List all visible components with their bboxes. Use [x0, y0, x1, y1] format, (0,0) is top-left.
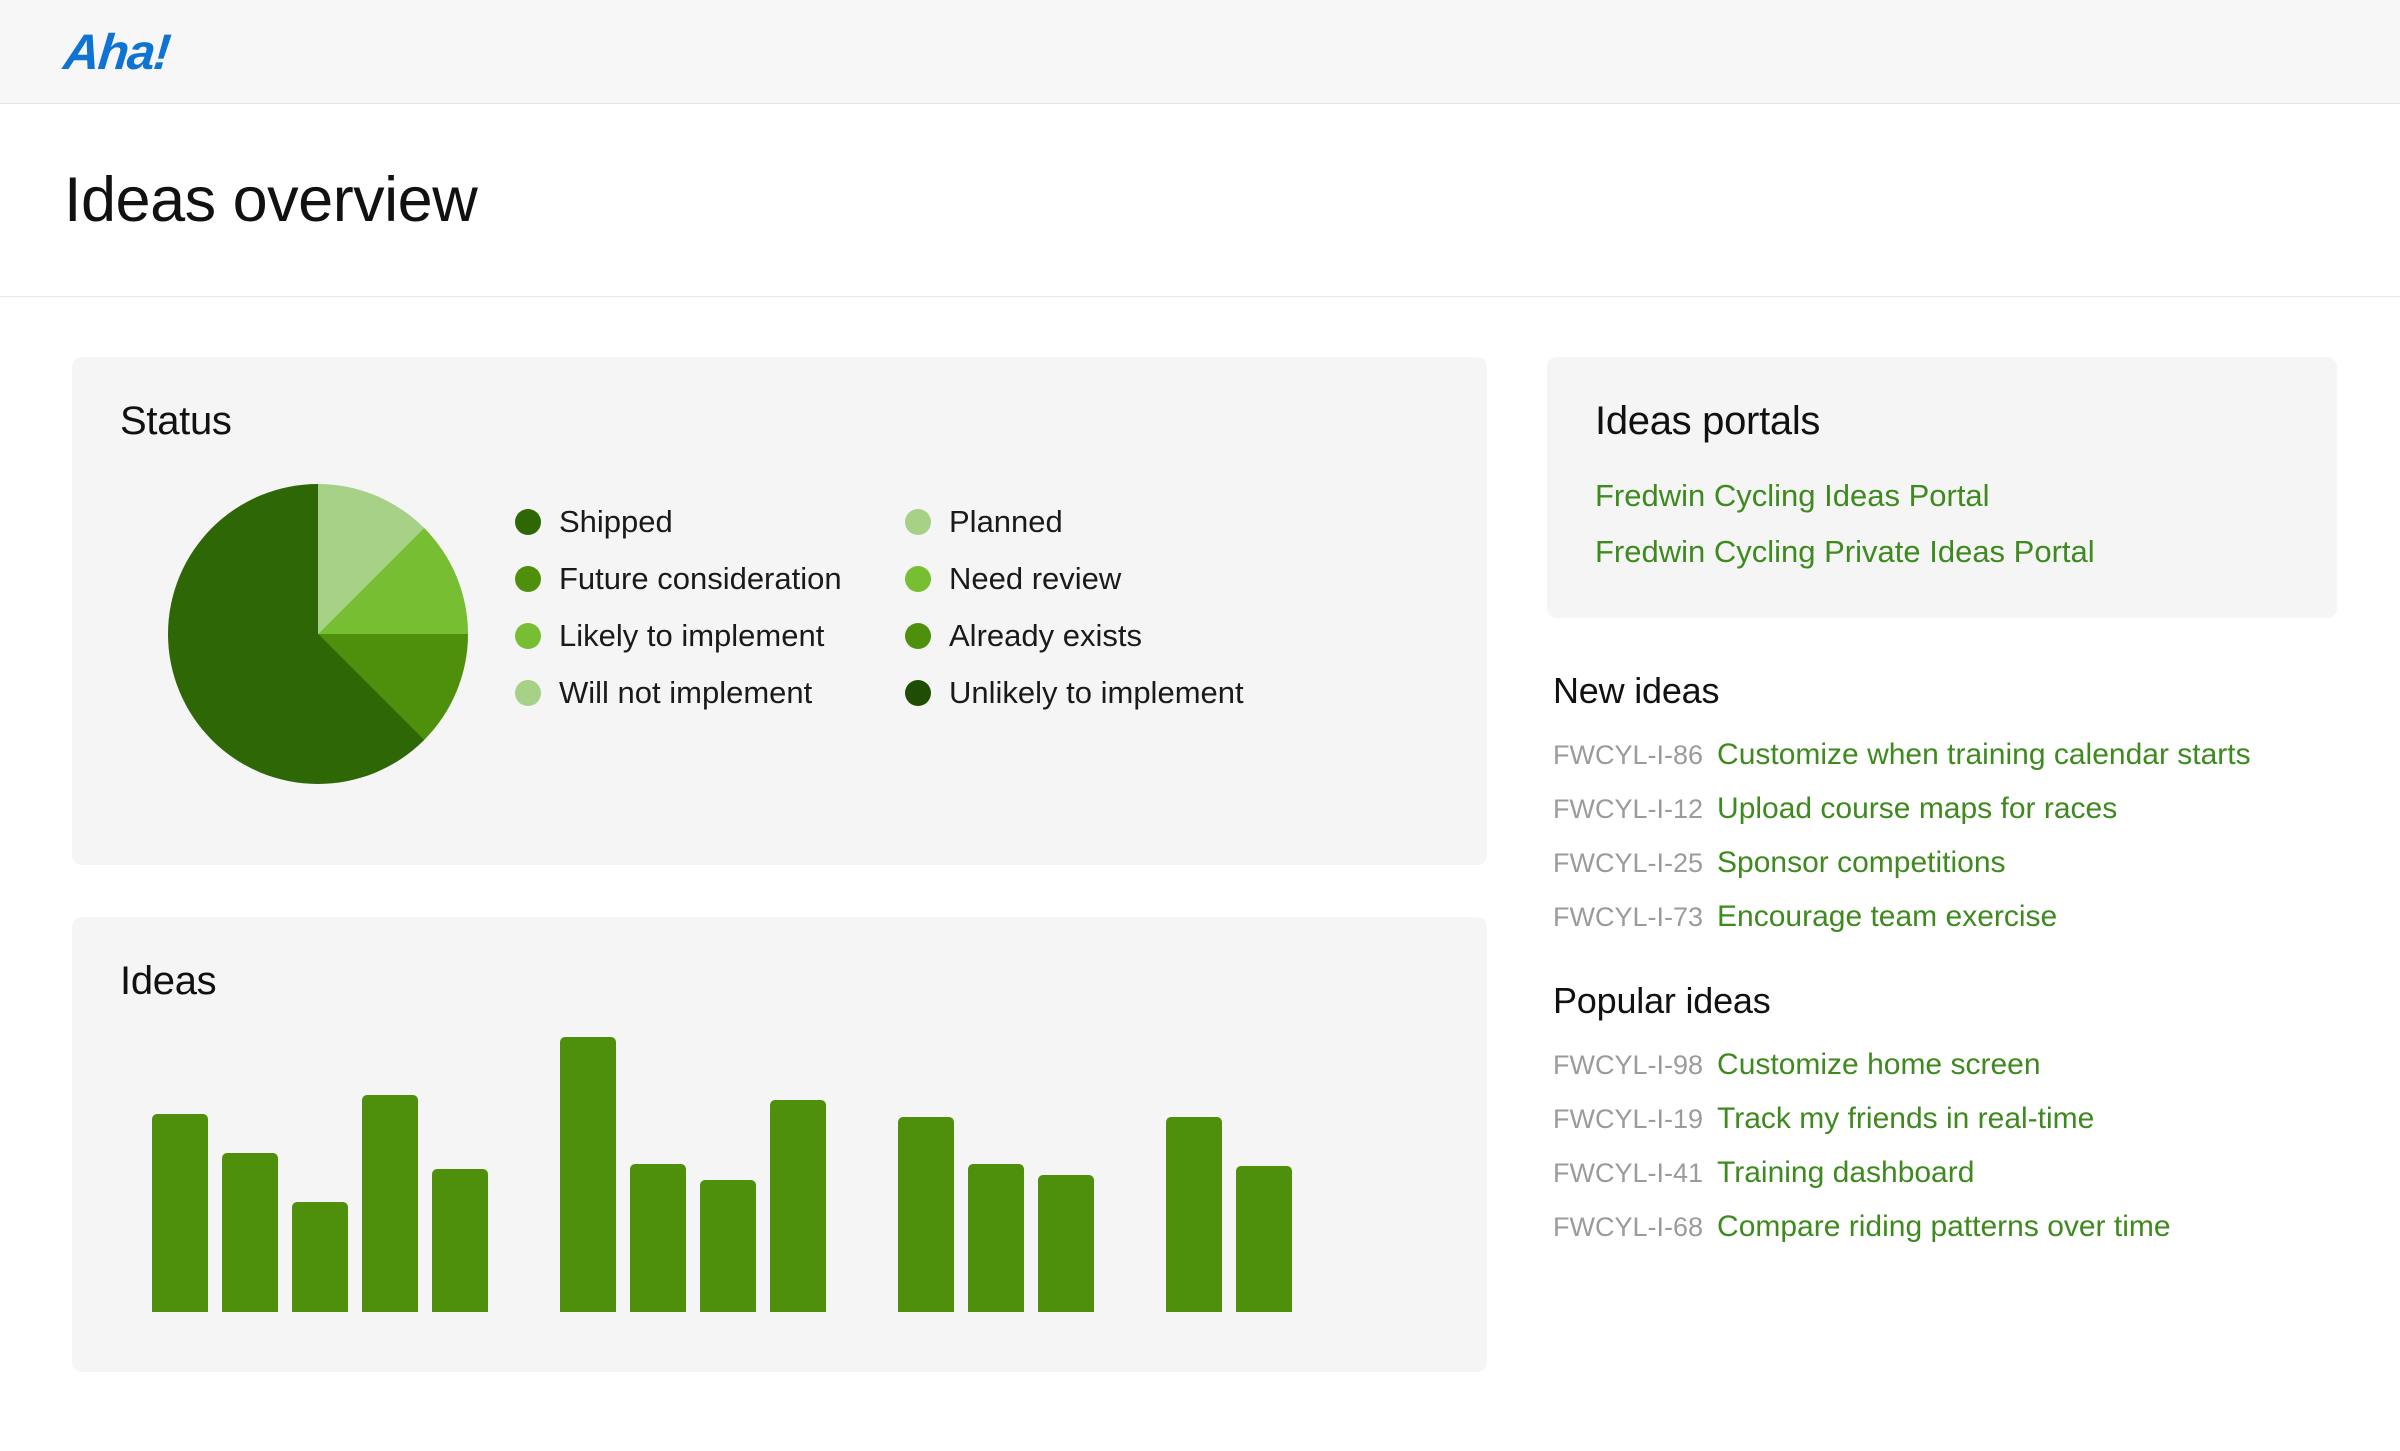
- bar-group: [560, 1037, 826, 1312]
- idea-row: FWCYL-I-68 Compare riding patterns over t…: [1553, 1210, 2325, 1244]
- bar[interactable]: [222, 1152, 278, 1312]
- bar-group: [1166, 1037, 1292, 1312]
- idea-link[interactable]: Compare riding patterns over time: [1717, 1210, 2171, 1244]
- bar[interactable]: [630, 1163, 686, 1312]
- popular-ideas-list: FWCYL-I-98 Customize home screen FWCYL-I-1…: [1553, 1048, 2325, 1244]
- top-brand-bar: Aha!: [0, 0, 2400, 104]
- idea-reference: FWCYL-I-25: [1553, 848, 1704, 878]
- idea-row: FWCYL-I-73 Encourage team exercise: [1553, 900, 2325, 934]
- idea-link[interactable]: Track my friends in real-time: [1717, 1102, 2094, 1136]
- idea-reference: FWCYL-I-73: [1553, 902, 1704, 932]
- new-ideas-title: New ideas: [1553, 670, 1720, 711]
- legend-item-label: Likely to implement: [559, 618, 825, 653]
- new-ideas-section: New ideas FWCYL-I-86 Customize when train…: [1547, 670, 2337, 934]
- legend-item[interactable]: Planned: [905, 504, 1439, 540]
- legend-item-label: Unlikely to implement: [949, 675, 1244, 710]
- ideas-portals-title: Ideas portals: [1595, 399, 1821, 443]
- legend-item[interactable]: Will not implement: [515, 675, 905, 711]
- legend-color-dot-icon: [905, 623, 931, 649]
- legend-color-dot-icon: [515, 509, 541, 535]
- idea-reference: FWCYL-I-86: [1553, 740, 1704, 770]
- bar[interactable]: [898, 1116, 954, 1312]
- right-column: Ideas portals Fredwin Cycling Ideas Port…: [1547, 357, 2337, 1372]
- idea-reference: FWCYL-I-12: [1553, 794, 1704, 824]
- status-card-body: Shipped Planned Future consideration Need r…: [120, 484, 1439, 784]
- legend-item-label: Need review: [949, 561, 1122, 596]
- idea-row: FWCYL-I-25 Sponsor competitions: [1553, 846, 2325, 880]
- legend-item[interactable]: Need review: [905, 561, 1439, 597]
- bar[interactable]: [1236, 1166, 1292, 1312]
- ideas-portal-link[interactable]: Fredwin Cycling Private Ideas Portal: [1595, 534, 2289, 570]
- idea-link[interactable]: Customize home screen: [1717, 1048, 2040, 1082]
- legend-item[interactable]: Future consideration: [515, 561, 905, 597]
- idea-row: FWCYL-I-19 Track my friends in real-time: [1553, 1102, 2325, 1136]
- bar[interactable]: [700, 1180, 756, 1312]
- legend-color-dot-icon: [515, 566, 541, 592]
- idea-row: FWCYL-I-86 Customize when training calend…: [1553, 738, 2325, 772]
- legend-item-label: Will not implement: [559, 675, 813, 710]
- idea-link[interactable]: Upload course maps for races: [1717, 792, 2117, 826]
- idea-row: FWCYL-I-98 Customize home screen: [1553, 1048, 2325, 1082]
- page-title-bar: Ideas overview: [0, 104, 2400, 297]
- popular-ideas-title: Popular ideas: [1553, 980, 1771, 1021]
- idea-link[interactable]: Encourage team exercise: [1717, 900, 2057, 934]
- idea-reference: FWCYL-I-41: [1553, 1158, 1704, 1188]
- idea-reference: FWCYL-I-68: [1553, 1212, 1704, 1242]
- ideas-card: Ideas: [72, 917, 1487, 1372]
- status-pie-legend: Shipped Planned Future consideration Need r…: [515, 484, 1439, 711]
- main-content: Status Shipped Planned Future consideratio…: [0, 297, 2400, 1372]
- legend-color-dot-icon: [905, 680, 931, 706]
- new-ideas-list: FWCYL-I-86 Customize when training calend…: [1553, 738, 2325, 934]
- bar[interactable]: [1166, 1116, 1222, 1312]
- legend-item-label: Future consideration: [559, 561, 842, 596]
- idea-reference: FWCYL-I-98: [1553, 1050, 1704, 1080]
- legend-color-dot-icon: [515, 680, 541, 706]
- bar-group: [152, 1037, 488, 1312]
- bar-group: [898, 1037, 1094, 1312]
- legend-item[interactable]: Already exists: [905, 618, 1439, 654]
- bar[interactable]: [1038, 1174, 1094, 1312]
- ideas-card-title: Ideas: [120, 959, 217, 1003]
- idea-row: FWCYL-I-12 Upload course maps for races: [1553, 792, 2325, 826]
- legend-item-label: Shipped: [559, 504, 673, 539]
- bar[interactable]: [292, 1202, 348, 1312]
- ideas-portals-card: Ideas portals Fredwin Cycling Ideas Port…: [1547, 357, 2337, 618]
- bar[interactable]: [968, 1163, 1024, 1312]
- popular-ideas-section: Popular ideas FWCYL-I-98 Customize home s…: [1547, 980, 2337, 1244]
- bar[interactable]: [432, 1169, 488, 1312]
- legend-color-dot-icon: [515, 623, 541, 649]
- legend-item-label: Planned: [949, 504, 1063, 539]
- status-card-title: Status: [120, 399, 232, 443]
- legend-item[interactable]: Likely to implement: [515, 618, 905, 654]
- bar[interactable]: [560, 1037, 616, 1312]
- pie-chart-wrapper: [120, 484, 515, 784]
- aha-logo[interactable]: Aha!: [61, 23, 172, 81]
- idea-link[interactable]: Sponsor competitions: [1717, 846, 2006, 880]
- legend-item[interactable]: Unlikely to implement: [905, 675, 1439, 711]
- idea-reference: FWCYL-I-19: [1553, 1104, 1704, 1134]
- idea-row: FWCYL-I-41 Training dashboard: [1553, 1156, 2325, 1190]
- bar[interactable]: [362, 1094, 418, 1312]
- page-title: Ideas overview: [64, 165, 478, 235]
- status-pie-chart[interactable]: [167, 484, 468, 784]
- legend-item-label: Already exists: [949, 618, 1142, 653]
- left-column: Status Shipped Planned Future consideratio…: [72, 357, 1487, 1372]
- ideas-portals-list: Fredwin Cycling Ideas Portal Fredwin Cycl…: [1595, 478, 2289, 570]
- status-card: Status Shipped Planned Future consideratio…: [72, 357, 1487, 865]
- bar[interactable]: [152, 1114, 208, 1312]
- legend-color-dot-icon: [905, 509, 931, 535]
- ideas-portal-link[interactable]: Fredwin Cycling Ideas Portal: [1595, 478, 2289, 514]
- legend-item[interactable]: Shipped: [515, 504, 905, 540]
- idea-link[interactable]: Training dashboard: [1717, 1156, 1974, 1190]
- idea-link[interactable]: Customize when training calendar starts: [1717, 738, 2251, 772]
- ideas-bar-chart: [152, 1037, 1447, 1312]
- bar[interactable]: [770, 1100, 826, 1312]
- legend-color-dot-icon: [905, 566, 931, 592]
